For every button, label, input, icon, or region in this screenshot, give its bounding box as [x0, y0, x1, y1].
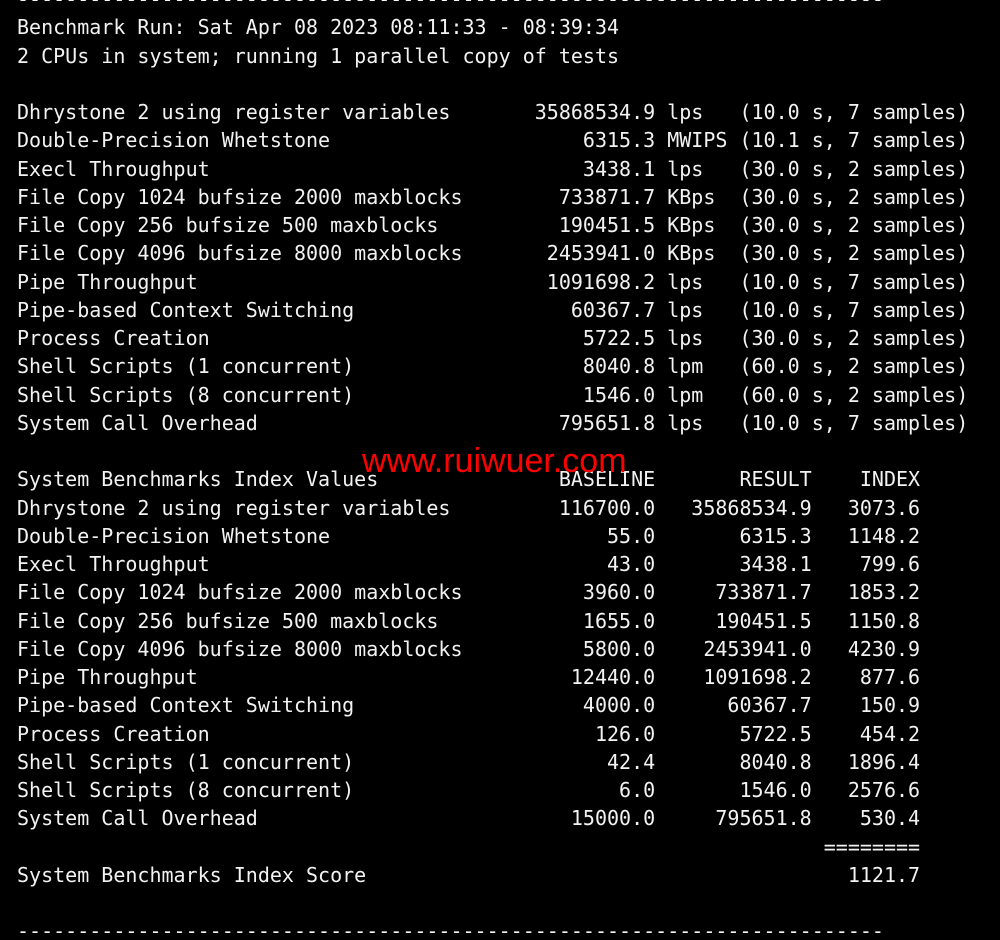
benchmark-result-row: Double-Precision Whetstone 6315.3 MWIPS … — [17, 128, 969, 153]
terminal-screen: ----------------------------------------… — [0, 0, 1000, 940]
benchmark-result-row: Execl Throughput 3438.1 lps (30.0 s, 2 s… — [17, 156, 969, 181]
benchmark-result-row: File Copy 4096 bufsize 8000 maxblocks 24… — [17, 241, 969, 266]
index-separator-line: ======== — [17, 834, 921, 859]
benchmark-result-row: Dhrystone 2 using register variables 358… — [17, 100, 969, 124]
benchmark-result-row: Shell Scripts (8 concurrent) 1546.0 lpm … — [17, 382, 969, 407]
benchmark-result-row: Shell Scripts (1 concurrent) 8040.8 lpm … — [17, 354, 969, 379]
benchmark-result-row: File Copy 1024 bufsize 2000 maxblocks 73… — [17, 184, 969, 209]
index-table-header: System Benchmarks Index Values BASELINE … — [17, 467, 921, 492]
index-table-row: File Copy 4096 bufsize 8000 maxblocks 58… — [17, 636, 921, 661]
divider-bottom: ----------------------------------------… — [17, 919, 884, 940]
index-table-row: Execl Throughput 43.0 3438.1 799.6 — [17, 552, 921, 576]
index-table-row: Pipe-based Context Switching 4000.0 6036… — [17, 693, 921, 718]
index-table-row: Pipe Throughput 12440.0 1091698.2 877.6 — [17, 665, 921, 689]
divider-top: ----------------------------------------… — [17, 0, 968, 13]
index-score-line: System Benchmarks Index Score 1121.7 — [17, 862, 921, 887]
index-table-row: Process Creation 126.0 5722.5 454.2 — [17, 721, 921, 746]
benchmark-result-row: File Copy 256 bufsize 500 maxblocks 1904… — [17, 213, 969, 237]
benchmark-result-row: Pipe Throughput 1091698.2 lps (10.0 s, 7… — [17, 269, 969, 294]
benchmark-result-row: System Call Overhead 795651.8 lps (10.0 … — [17, 410, 969, 435]
benchmark-result-row: Process Creation 5722.5 lps (30.0 s, 2 s… — [17, 326, 969, 350]
index-table-row: Dhrystone 2 using register variables 116… — [17, 495, 921, 520]
cpu-info-line: 2 CPUs in system; running 1 parallel cop… — [17, 43, 620, 68]
index-table-row: Double-Precision Whetstone 55.0 6315.3 1… — [17, 523, 921, 548]
benchmark-result-row: Pipe-based Context Switching 60367.7 lps… — [17, 297, 969, 322]
terminal-output: ----------------------------------------… — [17, 0, 968, 940]
index-table-row: File Copy 1024 bufsize 2000 maxblocks 39… — [17, 580, 921, 605]
benchmark-run-line: Benchmark Run: Sat Apr 08 2023 08:11:33 … — [17, 15, 620, 40]
index-table-row: System Call Overhead 15000.0 795651.8 53… — [17, 806, 921, 831]
index-table-row: File Copy 256 bufsize 500 maxblocks 1655… — [17, 608, 921, 633]
index-table-row: Shell Scripts (1 concurrent) 42.4 8040.8… — [17, 749, 921, 774]
index-table-row: Shell Scripts (8 concurrent) 6.0 1546.0 … — [17, 778, 921, 802]
